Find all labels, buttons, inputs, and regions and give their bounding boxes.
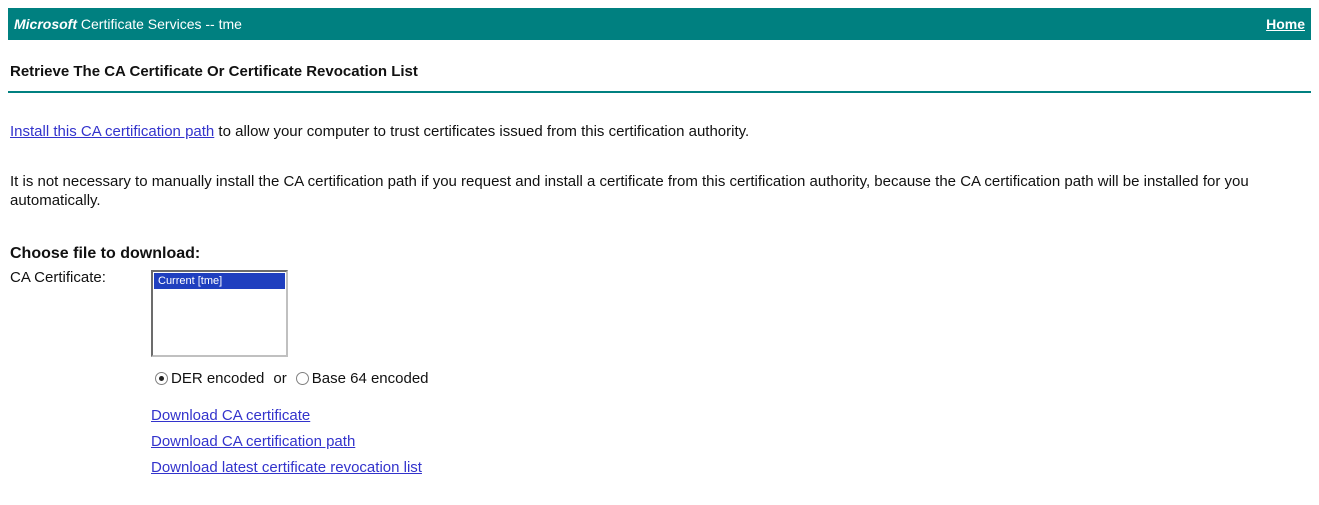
brand-name: Microsoft (14, 16, 77, 32)
page-title: Retrieve The CA Certificate Or Certifica… (10, 63, 418, 80)
install-ca-path-link[interactable]: Install this CA certification path (10, 123, 214, 140)
install-description: to allow your computer to trust certific… (214, 123, 750, 140)
download-heading: Choose file to download: (10, 245, 201, 262)
listbox-item-current[interactable]: Current [tme] (154, 273, 285, 289)
encoding-options: DER encoded or Base 64 encoded (155, 370, 429, 387)
download-links: Download CA certificate Download CA cert… (151, 403, 422, 481)
base64-encoded-radio[interactable] (295, 372, 309, 385)
download-crl-link[interactable]: Download latest certificate revocation l… (151, 455, 422, 481)
app-title: Microsoft Certificate Services -- tme (14, 16, 242, 32)
der-encoded-label[interactable]: DER encoded (171, 370, 264, 387)
der-encoded-radio[interactable] (155, 372, 168, 385)
ca-certificate-label: CA Certificate: (10, 269, 106, 286)
download-ca-path-link[interactable]: Download CA certification path (151, 429, 422, 455)
install-paragraph: Install this CA certification path to al… (10, 122, 1310, 141)
ca-certificate-listbox[interactable]: Current [tme] (151, 270, 288, 357)
download-ca-certificate-link[interactable]: Download CA certificate (151, 403, 422, 429)
service-title: Certificate Services -- tme (80, 16, 242, 32)
install-note: It is not necessary to manually install … (10, 173, 1249, 209)
home-link[interactable]: Home (1266, 16, 1305, 32)
base64-encoded-label[interactable]: Base 64 encoded (312, 370, 429, 387)
title-divider (8, 91, 1311, 93)
or-separator: or (273, 370, 287, 387)
header-banner: Microsoft Certificate Services -- tme Ho… (8, 8, 1311, 40)
